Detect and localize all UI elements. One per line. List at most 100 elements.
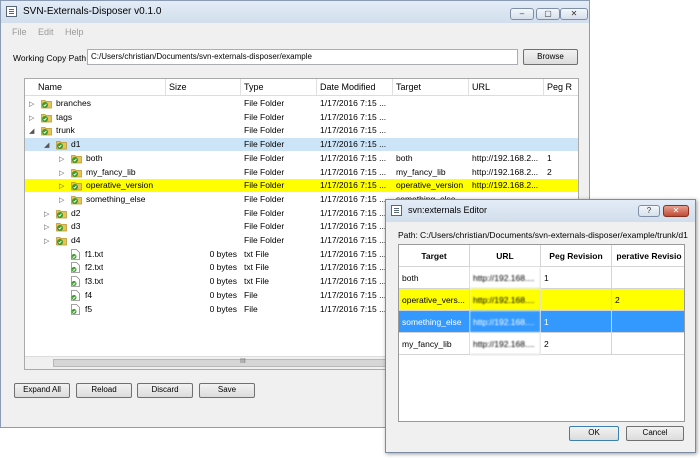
- tree-name: operative_version: [86, 180, 154, 191]
- tree-date: 1/17/2016 7:15 ...: [320, 180, 387, 191]
- svn-folder-icon: [56, 141, 67, 150]
- tree-name: something_else: [86, 193, 146, 204]
- tree-name: my_fancy_lib: [86, 166, 136, 177]
- tree-type: File Folder: [244, 221, 285, 232]
- grid-cell-peg[interactable]: [541, 289, 612, 311]
- tree-name: f4: [85, 289, 93, 300]
- dialog-title-bar[interactable]: svn:externals Editor ? ✕: [386, 200, 695, 222]
- grid-cell-url[interactable]: http://192.168....: [470, 289, 541, 311]
- svn-folder-icon: [56, 223, 67, 232]
- discard-button[interactable]: Discard: [137, 383, 193, 398]
- tree-date: 1/17/2016 7:15 ...: [320, 248, 387, 259]
- grid-cell-peg[interactable]: 1: [541, 267, 612, 289]
- grid-cell-operative[interactable]: 2: [612, 289, 684, 311]
- svn-folder-icon: [71, 168, 82, 177]
- tree-row[interactable]: ▷ both File Folder 1/17/2016 7:15 ... both ht…: [25, 152, 578, 165]
- expand-toggle[interactable]: ▷: [59, 169, 64, 177]
- tree-url: http://192.168.2...: [472, 166, 539, 177]
- tree-row[interactable]: ▷ my_fancy_lib File Folder 1/17/2016 7:15 .…: [25, 166, 578, 179]
- grid-col-url[interactable]: URL: [470, 245, 541, 267]
- help-button[interactable]: ?: [638, 205, 660, 217]
- externals-grid[interactable]: Target URL Peg Revision perative Revisio…: [398, 244, 685, 422]
- grid-cell-operative[interactable]: [612, 267, 684, 289]
- expand-toggle[interactable]: ▷: [44, 210, 49, 218]
- expand-toggle[interactable]: ▷: [59, 196, 64, 204]
- col-peg[interactable]: Peg R: [547, 82, 572, 92]
- main-title-bar[interactable]: SVN-Externals-Disposer v0.1.0 – ▢ ✕: [1, 1, 589, 23]
- reload-button[interactable]: Reload: [76, 383, 132, 398]
- tree-target: both: [396, 152, 413, 163]
- save-button[interactable]: Save: [199, 383, 255, 398]
- file-icon: [71, 276, 80, 287]
- grid-cell-url[interactable]: http://192.168....: [470, 311, 541, 333]
- tree-name: tags: [56, 111, 73, 122]
- tree-row[interactable]: ◢ trunk File Folder 1/17/2016 7:15 ...: [25, 124, 578, 137]
- col-target[interactable]: Target: [396, 82, 421, 92]
- grid-col-operative[interactable]: perative Revisio: [612, 245, 684, 267]
- expand-toggle[interactable]: ◢: [29, 127, 34, 135]
- ok-button[interactable]: OK: [569, 426, 619, 441]
- tree-date: 1/17/2016 7:15 ...: [320, 152, 387, 163]
- browse-button[interactable]: Browse: [523, 49, 578, 65]
- grid-cell-operative[interactable]: [612, 333, 684, 355]
- expand-all-button[interactable]: Expand All: [14, 383, 70, 398]
- tree-row[interactable]: ▷ tags File Folder 1/17/2016 7:15 ...: [25, 111, 578, 124]
- expand-toggle[interactable]: ▷: [59, 155, 64, 163]
- tree-type: File Folder: [244, 152, 285, 163]
- tree-peg: 2: [547, 166, 552, 177]
- expand-toggle[interactable]: ▷: [29, 100, 34, 108]
- tree-date: 1/17/2016 7:15 ...: [320, 221, 387, 232]
- grid-cell-target[interactable]: something_else: [399, 311, 470, 333]
- tree-target: my_fancy_lib: [396, 166, 446, 177]
- tree-row[interactable]: ▷ operative_version File Folder 1/17/2016 7…: [25, 179, 578, 193]
- tree-size: 0 bytes: [209, 248, 237, 259]
- close-button[interactable]: ✕: [560, 8, 588, 20]
- col-name[interactable]: Name: [38, 82, 62, 92]
- expand-toggle[interactable]: ◢: [44, 141, 49, 149]
- col-sep: [165, 79, 166, 95]
- expand-toggle[interactable]: ▷: [59, 182, 64, 190]
- grid-cell-target[interactable]: both: [399, 267, 470, 289]
- col-sep: [316, 79, 317, 95]
- grid-cell-operative[interactable]: [612, 311, 684, 333]
- tree-url: http://192.168.2...: [472, 152, 539, 163]
- expand-toggle[interactable]: ▷: [29, 114, 34, 122]
- minimize-button[interactable]: –: [510, 8, 534, 20]
- tree-type: File Folder: [244, 207, 285, 218]
- cancel-button[interactable]: Cancel: [626, 426, 684, 441]
- menu-file[interactable]: File: [12, 27, 27, 37]
- window-title: SVN-Externals-Disposer v0.1.0: [23, 6, 162, 17]
- grid-cell-target[interactable]: operative_vers...: [399, 289, 470, 311]
- svn-folder-icon: [71, 154, 82, 164]
- tree-size: 0 bytes: [209, 262, 237, 273]
- dialog-close-button[interactable]: ✕: [663, 205, 689, 217]
- grid-cell-peg[interactable]: 2: [541, 333, 612, 355]
- menu-help[interactable]: Help: [65, 27, 84, 37]
- col-size[interactable]: Size: [169, 82, 187, 92]
- expand-toggle[interactable]: ▷: [44, 237, 49, 245]
- grid-col-target[interactable]: Target: [399, 245, 470, 267]
- svn-folder-icon: [41, 113, 52, 123]
- file-icon: [71, 262, 80, 274]
- tree-type: File Folder: [244, 193, 285, 204]
- tree-name: both: [86, 152, 103, 163]
- maximize-button[interactable]: ▢: [536, 8, 560, 20]
- tree-date: 1/17/2016 7:15 ...: [320, 276, 387, 287]
- tree-row[interactable]: ▷ branches File Folder 1/17/2016 7:15 ...: [25, 97, 578, 110]
- grid-cell-target[interactable]: my_fancy_lib: [399, 333, 470, 355]
- grid-col-peg[interactable]: Peg Revision: [541, 245, 612, 267]
- file-icon: [71, 303, 80, 315]
- tree-row[interactable]: ◢ d1 File Folder 1/17/2016 7:15 ...: [25, 138, 578, 152]
- externals-editor-dialog: svn:externals Editor ? ✕ Path: C:/Users/…: [385, 199, 696, 453]
- menu-edit[interactable]: Edit: [38, 27, 54, 37]
- grid-cell-peg[interactable]: 1: [541, 311, 612, 333]
- scrollbar-thumb[interactable]: III: [53, 358, 438, 367]
- dialog-icon: [391, 205, 402, 216]
- expand-toggle[interactable]: ▷: [44, 223, 49, 231]
- col-type[interactable]: Type: [244, 82, 264, 92]
- grid-cell-url[interactable]: http://192.168....: [470, 333, 541, 355]
- working-copy-path-input[interactable]: C:/Users/christian/Documents/svn-externa…: [87, 49, 518, 65]
- grid-cell-url[interactable]: http://192.168....: [470, 267, 541, 289]
- col-date[interactable]: Date Modified: [320, 82, 376, 92]
- col-url[interactable]: URL: [472, 82, 490, 92]
